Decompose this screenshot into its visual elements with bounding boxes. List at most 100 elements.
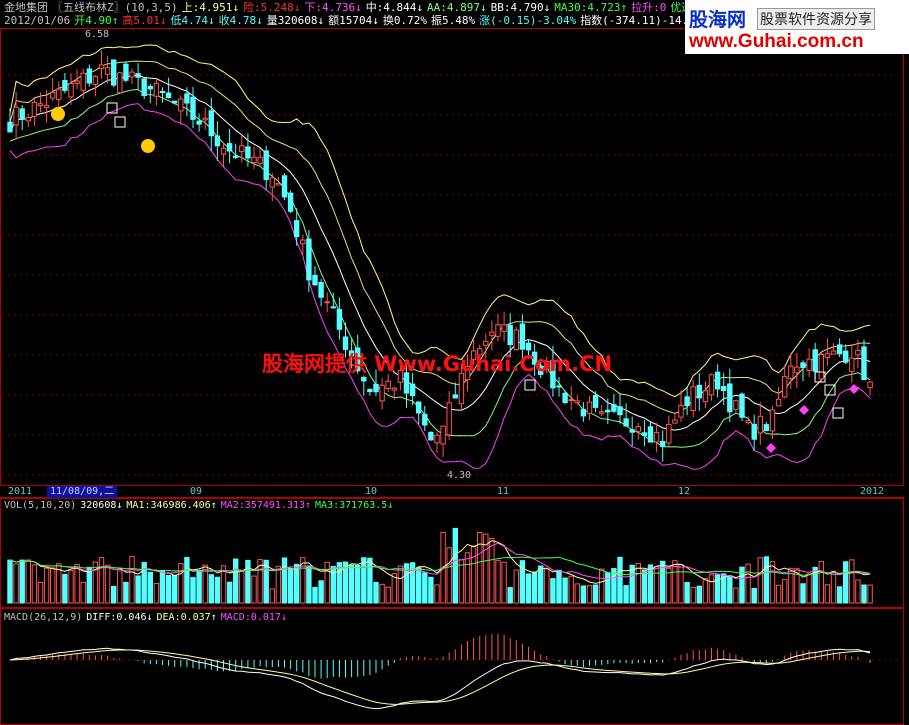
candle-down: [751, 423, 757, 440]
candle-down: [336, 309, 343, 330]
candle-down: [422, 413, 428, 426]
candle-down: [452, 394, 459, 399]
smiley-icon: [51, 107, 65, 121]
candle-down: [812, 349, 818, 372]
candle-down: [519, 323, 526, 350]
candle-down: [7, 121, 13, 133]
candle-up: [385, 380, 391, 390]
candle-up: [775, 398, 782, 407]
candle-up: [68, 83, 74, 98]
candle-down: [739, 393, 745, 418]
candle-down: [800, 362, 806, 368]
candle-down: [196, 120, 202, 125]
candle-up: [446, 402, 452, 436]
candle-up: [300, 239, 306, 245]
candle-up: [495, 324, 501, 337]
candle-up: [635, 426, 641, 432]
candle-up: [25, 117, 32, 122]
candle-up: [43, 104, 50, 108]
candle-up: [275, 182, 282, 186]
date-axis: 2011 11/08/09,二 09 10 11 12 2012: [0, 485, 904, 498]
candle-down: [281, 175, 288, 198]
candle-down: [172, 100, 178, 104]
smiley-icon: [141, 139, 155, 153]
candle-up: [489, 331, 495, 336]
macd-frame: [0, 608, 904, 725]
candle-down: [287, 192, 294, 212]
candle-down: [647, 426, 654, 443]
candle-up: [117, 72, 123, 94]
candle-up: [104, 67, 111, 75]
candle-up: [178, 98, 184, 112]
candle-up: [745, 420, 751, 424]
candle-down: [416, 401, 422, 414]
candle-down: [306, 238, 312, 281]
candle-up: [239, 145, 245, 153]
candle-down: [233, 155, 239, 158]
logo-url: www.Guhai.com.cn: [689, 31, 864, 52]
candle-down: [629, 429, 635, 433]
candle-up: [434, 434, 440, 444]
candle-down: [159, 90, 166, 94]
candle-down: [312, 274, 318, 286]
candle-down: [562, 392, 568, 403]
candle-up: [678, 404, 684, 418]
candle-up: [251, 156, 257, 163]
candle-up: [849, 357, 855, 373]
candle-down: [556, 385, 562, 388]
candle-up: [653, 432, 660, 443]
candle-up: [501, 324, 507, 332]
candle-down: [226, 143, 233, 152]
candle-down: [86, 68, 92, 84]
candle-down: [141, 78, 147, 97]
candle-up: [440, 425, 446, 445]
diamond-icon: [849, 384, 859, 394]
watermark: 股海网提供 Www.Guhai.Com.CN: [262, 352, 613, 376]
date-label: 2011: [8, 486, 33, 497]
candle-up: [818, 353, 824, 380]
candle-up: [80, 72, 86, 91]
candle-up: [690, 386, 696, 412]
candle-down: [721, 386, 727, 391]
date-label: 10: [365, 486, 378, 497]
candle-up: [56, 88, 62, 100]
candle-up: [220, 147, 227, 155]
candle-up: [37, 103, 44, 107]
logo-name: 股海网: [689, 9, 747, 31]
candle-down: [184, 93, 190, 104]
candle-up: [574, 400, 580, 404]
candle-up: [824, 353, 831, 359]
candle-down: [641, 432, 648, 437]
candle-down: [147, 85, 154, 90]
candle-up: [702, 390, 709, 403]
candle-down: [611, 404, 617, 412]
candle-down: [165, 92, 172, 99]
date-label: 11: [497, 486, 510, 497]
candle-up: [782, 376, 788, 398]
candle-down: [861, 346, 867, 381]
diamond-icon: [766, 443, 776, 453]
candle-down: [409, 383, 416, 397]
logo-slogan: 股票软件资源分享: [757, 8, 875, 30]
candle-down: [714, 371, 721, 390]
candle-up: [769, 409, 776, 432]
candle-down: [507, 324, 513, 346]
candle-down: [111, 59, 117, 86]
candle-down: [19, 108, 25, 120]
date-label: 2012: [860, 486, 885, 497]
candle-up: [666, 423, 672, 444]
candle-down: [617, 406, 623, 416]
candle-down: [623, 418, 629, 427]
candle-up: [586, 401, 593, 414]
candle-down: [660, 440, 666, 447]
candle-down: [263, 150, 269, 181]
candle-down: [580, 409, 587, 417]
selected-date[interactable]: 11/08/09,二: [47, 486, 118, 498]
candle-down: [843, 350, 849, 363]
candle-down: [727, 383, 733, 413]
date-label: 12: [678, 486, 691, 497]
candle-down: [592, 395, 599, 408]
candle-down: [135, 73, 141, 78]
price-low-label: 4.30: [447, 470, 471, 481]
candle-down: [373, 383, 379, 393]
